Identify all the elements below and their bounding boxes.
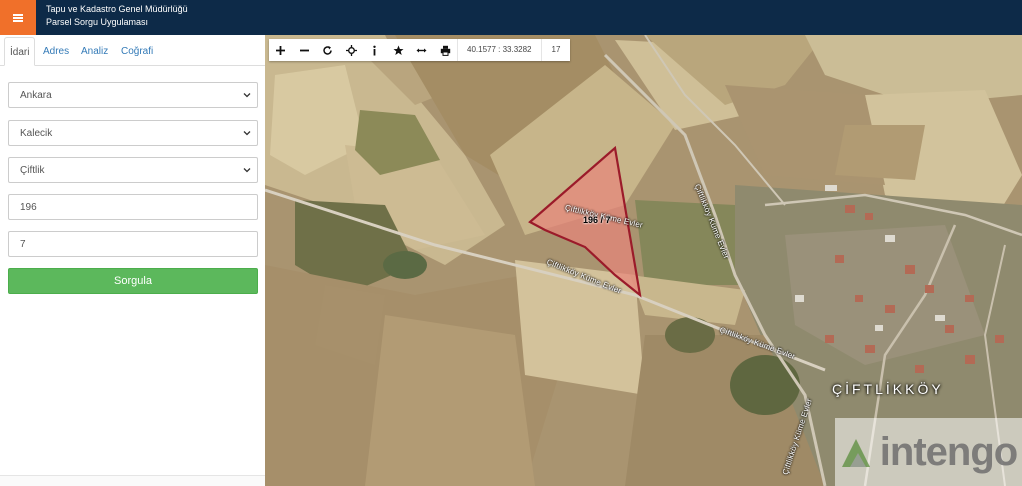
tab-cografi[interactable]: Coğrafi [121, 37, 153, 66]
info-icon [373, 45, 376, 55]
ada-input[interactable]: 196 [8, 194, 258, 220]
print-icon [440, 45, 450, 56]
mahalle-select[interactable]: Çiftlik [8, 157, 258, 183]
favorite-button[interactable] [387, 39, 411, 61]
app-title: Tapu ve Kadastro Genel Müdürlüğü Parsel … [46, 3, 188, 29]
measure-icon [416, 48, 427, 52]
coordinate-readout: 40.1577 : 33.3282 [457, 39, 541, 61]
ada-input-value: 196 [20, 201, 37, 213]
zoom-in-button[interactable] [269, 39, 293, 61]
intengo-logo-icon [841, 439, 870, 467]
mahalle-select-value: Çiftlik [20, 164, 45, 176]
locate-button[interactable] [340, 39, 364, 61]
app-title-org: Tapu ve Kadastro Genel Müdürlüğü [46, 4, 188, 14]
village-label: ÇİFTLİKKÖY [832, 381, 944, 397]
tab-idari[interactable]: İdari [4, 37, 36, 66]
zoom-in-icon [276, 45, 286, 55]
refresh-icon [323, 45, 332, 55]
watermark-text: intengo [879, 429, 1018, 474]
hamburger-menu-icon [13, 13, 23, 22]
zoom-out-button[interactable] [293, 39, 317, 61]
parcel-label: 196 / 7 [583, 215, 611, 225]
il-select-value: Ankara [20, 89, 52, 101]
query-sidebar: İdari Adres Analiz Coğrafi Ankara Kaleci… [0, 35, 265, 486]
il-select[interactable]: Ankara [8, 82, 258, 108]
refresh-button[interactable] [316, 39, 340, 61]
watermark: intengo [835, 418, 1022, 486]
menu-button[interactable] [0, 0, 36, 35]
print-button[interactable] [434, 39, 458, 61]
star-icon [393, 45, 404, 55]
sidebar-footer [0, 475, 265, 486]
chevron-down-icon [243, 168, 251, 173]
ilce-select-value: Kalecik [20, 127, 53, 139]
ilce-select[interactable]: Kalecik [8, 120, 258, 146]
map-toolbar: 40.1577 : 33.3282 17 [269, 39, 571, 61]
zoom-out-icon [299, 49, 309, 51]
parsel-input-value: 7 [20, 238, 26, 250]
zoom-level-readout: 17 [540, 39, 571, 61]
app-title-app: Parsel Sorgu Uygulaması [46, 17, 149, 27]
tab-analiz[interactable]: Analiz [81, 37, 108, 66]
chevron-down-icon [243, 131, 251, 136]
sorgula-button[interactable]: Sorgula [8, 268, 258, 294]
tab-bar: İdari Adres Analiz Coğrafi [0, 35, 265, 66]
map-view[interactable]: 40.1577 : 33.3282 17 Çiftlikköy Küme Evl… [265, 35, 1022, 486]
chevron-down-icon [243, 93, 251, 98]
locate-icon [345, 44, 357, 56]
parsel-input[interactable]: 7 [8, 231, 258, 257]
app-header: Tapu ve Kadastro Genel Müdürlüğü Parsel … [0, 0, 1022, 35]
info-button[interactable] [363, 39, 387, 61]
tab-adres[interactable]: Adres [43, 37, 69, 66]
measure-button[interactable] [410, 39, 434, 61]
